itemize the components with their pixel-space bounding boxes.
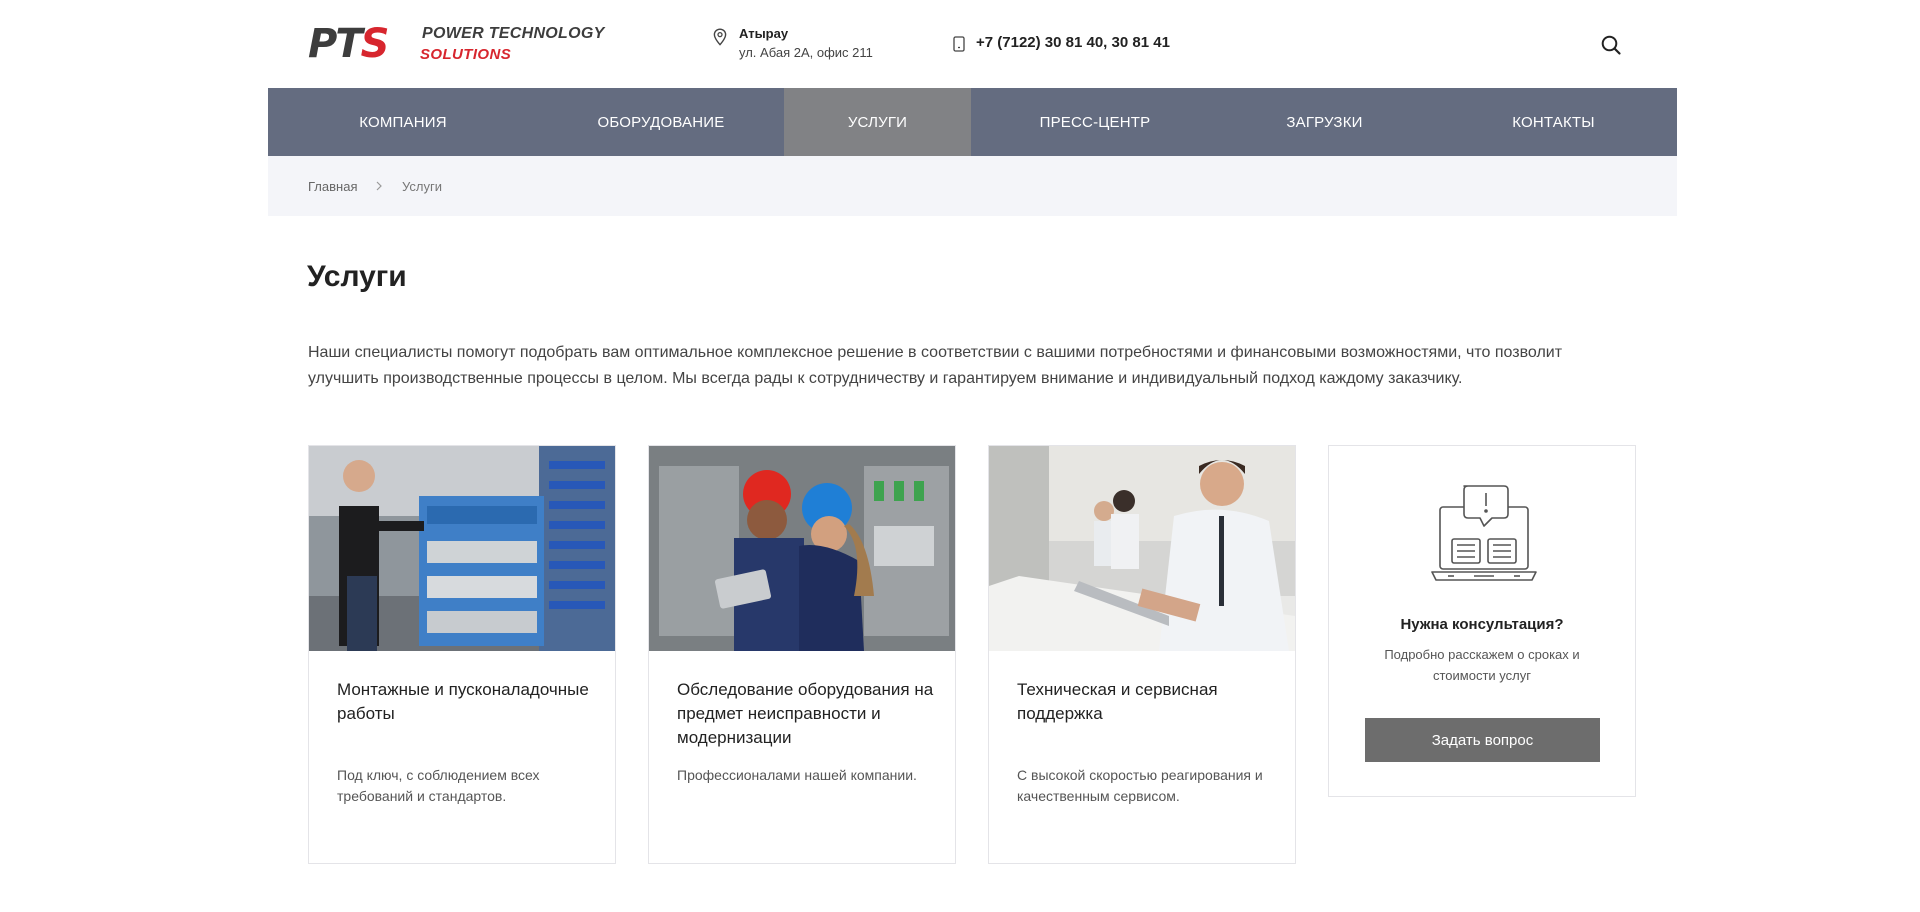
card-image-inspection (649, 446, 955, 651)
phone-icon (953, 36, 965, 52)
address-city: Атырау (739, 26, 789, 41)
logo-line2: SOLUTIONS (420, 46, 512, 63)
ask-question-button[interactable]: Задать вопрос (1365, 718, 1600, 762)
breadcrumb-current: Услуги (402, 179, 442, 194)
inspection-photo (649, 446, 955, 651)
nav-item-contacts[interactable]: КОНТАКТЫ (1430, 88, 1677, 156)
breadcrumb: Главная Услуги (268, 156, 1677, 216)
card-image-support (989, 446, 1295, 651)
nav-item-downloads[interactable]: ЗАГРУЗКИ (1219, 88, 1430, 156)
support-photo (989, 446, 1295, 651)
logo-mark-pt: PT (308, 21, 363, 67)
logo-mark-s: S (360, 21, 390, 67)
installation-photo (309, 446, 615, 651)
site-header: PTS POWER TECHNOLOGY SOLUTIONS Атырау ул… (268, 0, 1677, 88)
card-title[interactable]: Монтажные и пусконаладочные работы (337, 678, 597, 726)
nav-item-press-center[interactable]: ПРЕСС-ЦЕНТР (971, 88, 1219, 156)
service-card-installation[interactable]: Монтажные и пусконаладочные работы Под к… (308, 445, 616, 864)
card-description: С высокой скоростью реагирования и качес… (1017, 767, 1263, 804)
nav-item-equipment[interactable]: ОБОРУДОВАНИЕ (538, 88, 784, 156)
address-street: ул. Абая 2А, офис 211 (739, 45, 873, 60)
nav-item-company[interactable]: КОМПАНИЯ (268, 88, 538, 156)
logo[interactable]: PTS POWER TECHNOLOGY SOLUTIONS (308, 22, 628, 66)
phone-number[interactable]: +7 (7122) 30 81 40, 30 81 41 (976, 34, 1170, 51)
service-card-inspection[interactable]: Обследование оборудования на предмет неи… (648, 445, 956, 864)
logo-mark: PTS (308, 21, 390, 67)
intro-text: Наши специалисты помогут подобрать вам о… (308, 344, 1563, 387)
chevron-right-icon (376, 181, 382, 191)
main-nav: КОМПАНИЯ ОБОРУДОВАНИЕ УСЛУГИ ПРЕСС-ЦЕНТР… (268, 88, 1677, 156)
card-image-installation (309, 446, 615, 651)
consultation-box: Нужна консультация? Подробно расскажем о… (1328, 445, 1636, 797)
card-title[interactable]: Обследование оборудования на предмет неи… (677, 678, 937, 750)
map-pin-icon (713, 28, 727, 46)
consultation-title: Нужна консультация? (1400, 616, 1564, 633)
service-card-support[interactable]: Техническая и сервисная поддержка С высо… (988, 445, 1296, 864)
card-title[interactable]: Техническая и сервисная поддержка (1017, 678, 1277, 726)
card-description: Профессионалами нашей компании. (677, 767, 917, 783)
consultation-description: Подробно расскажем о сроках и стоимости … (1384, 647, 1580, 683)
logo-line1: POWER TECHNOLOGY (422, 25, 605, 42)
search-icon[interactable] (1600, 34, 1622, 56)
breadcrumb-home[interactable]: Главная (308, 179, 357, 194)
card-description: Под ключ, с соблюдением всех требований … (337, 767, 540, 804)
page-title: Услуги (307, 260, 407, 293)
nav-item-services[interactable]: УСЛУГИ (784, 88, 971, 156)
laptop-chat-icon (1431, 485, 1537, 581)
